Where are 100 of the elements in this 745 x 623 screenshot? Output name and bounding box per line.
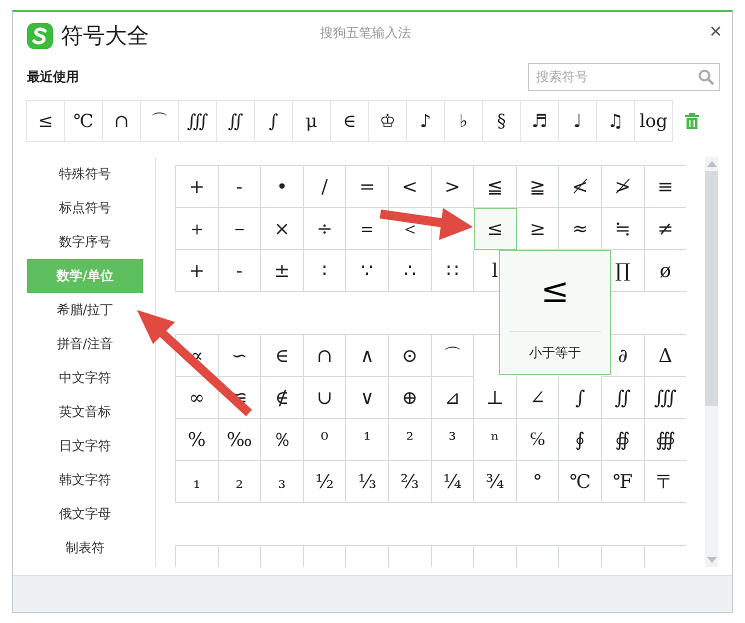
category-item[interactable]: 英文音标 bbox=[27, 395, 143, 429]
recent-symbol[interactable]: ♬ bbox=[520, 100, 559, 142]
symbol-cell[interactable]: ∮ bbox=[559, 419, 602, 461]
symbol-cell[interactable]: ≦ bbox=[474, 166, 517, 208]
recent-symbol[interactable]: ⌒ bbox=[140, 100, 179, 142]
symbol-cell[interactable]: ％ bbox=[261, 419, 304, 461]
symbol-cell[interactable]: + bbox=[176, 250, 219, 292]
symbol-cell[interactable]: ∶ bbox=[304, 250, 346, 292]
symbol-cell[interactable]: ⁿ bbox=[474, 419, 517, 461]
symbol-cell[interactable]: － bbox=[218, 208, 262, 250]
symbol-cell[interactable]: ∬ bbox=[602, 377, 645, 419]
symbol-cell[interactable]: ∧ bbox=[346, 335, 389, 377]
category-item[interactable]: 制表符 bbox=[27, 531, 143, 565]
recent-symbol[interactable]: μ bbox=[292, 100, 331, 142]
category-item[interactable]: 拼音/注音 bbox=[27, 327, 143, 361]
symbol-cell[interactable]: ≮ bbox=[559, 166, 602, 208]
scroll-up-icon[interactable] bbox=[706, 161, 716, 167]
recent-symbol[interactable]: ♫ bbox=[596, 100, 635, 142]
symbol-cell[interactable]: / bbox=[304, 166, 346, 208]
symbol-cell[interactable]: ≤ bbox=[474, 208, 517, 250]
recent-symbol[interactable]: ∩ bbox=[102, 100, 141, 142]
symbol-cell[interactable]: ⊿ bbox=[432, 377, 474, 419]
symbol-cell[interactable]: ≧ bbox=[516, 166, 560, 208]
symbol-cell[interactable]: ∞ bbox=[176, 377, 219, 419]
search-field[interactable]: 搜索符号 bbox=[528, 63, 720, 91]
recent-symbol[interactable]: ♪ bbox=[406, 100, 445, 142]
symbol-cell[interactable]: ∩ bbox=[304, 335, 346, 377]
recent-symbol[interactable]: ♩ bbox=[558, 100, 597, 142]
symbol-cell[interactable]: ∨ bbox=[346, 377, 389, 419]
recent-symbol[interactable]: ♭ bbox=[444, 100, 483, 142]
scroll-thumb[interactable] bbox=[705, 171, 718, 406]
symbol-cell[interactable]: - bbox=[218, 250, 262, 292]
symbol-cell[interactable]: > bbox=[432, 166, 474, 208]
recent-symbol[interactable]: ∫ bbox=[254, 100, 293, 142]
symbol-cell[interactable]: ÷ bbox=[304, 208, 346, 250]
scroll-down-icon[interactable] bbox=[706, 557, 716, 563]
symbol-cell[interactable]: ∫ bbox=[559, 377, 602, 419]
recent-symbol[interactable]: ℃ bbox=[64, 100, 103, 142]
recent-symbol[interactable]: ≤ bbox=[26, 100, 65, 142]
category-item[interactable]: 标点符号 bbox=[27, 191, 143, 225]
symbol-cell[interactable]: ≈ bbox=[559, 208, 602, 250]
symbol-cell[interactable]: ₂ bbox=[218, 461, 262, 503]
symbol-cell[interactable]: ＝ bbox=[346, 208, 389, 250]
symbol-cell[interactable]: ₃ bbox=[261, 461, 304, 503]
symbol-cell[interactable]: ¾ bbox=[474, 461, 517, 503]
symbol-cell[interactable]: × bbox=[261, 208, 304, 250]
symbol-cell[interactable]: ∵ bbox=[346, 250, 389, 292]
symbol-cell[interactable]: ∷ bbox=[432, 250, 474, 292]
symbol-cell[interactable]: ⅔ bbox=[388, 461, 432, 503]
symbol-cell[interactable]: ⊥ bbox=[474, 377, 517, 419]
symbol-cell[interactable]: ℉ bbox=[602, 461, 645, 503]
symbol-cell[interactable]: ∈ bbox=[261, 335, 304, 377]
symbol-cell[interactable]: ⁰ bbox=[304, 419, 346, 461]
symbol-cell[interactable]: ‰ bbox=[218, 419, 262, 461]
close-button[interactable]: ✕ bbox=[709, 22, 722, 42]
symbol-cell[interactable]: ＋ bbox=[176, 208, 219, 250]
symbol-cell[interactable]: ∴ bbox=[388, 250, 432, 292]
symbol-cell[interactable]: % bbox=[176, 419, 219, 461]
symbol-cell[interactable]: ≒ bbox=[602, 208, 645, 250]
symbol-cell[interactable]: = bbox=[346, 166, 389, 208]
symbol-cell[interactable]: ∯ bbox=[602, 419, 645, 461]
recent-symbol[interactable]: ∭ bbox=[178, 100, 217, 142]
recent-symbol[interactable]: log bbox=[634, 100, 673, 142]
symbol-cell[interactable]: ∉ bbox=[261, 377, 304, 419]
symbol-cell[interactable]: ± bbox=[261, 250, 304, 292]
category-item[interactable]: 俄文字母 bbox=[27, 497, 143, 531]
symbol-cell[interactable]: ℃ bbox=[559, 461, 602, 503]
symbol-cell[interactable]: ² bbox=[388, 419, 432, 461]
symbol-cell[interactable]: ¼ bbox=[432, 461, 474, 503]
category-item[interactable]: 韩文字符 bbox=[27, 463, 143, 497]
symbol-cell[interactable]: ⌒ bbox=[432, 335, 474, 377]
symbol-cell[interactable]: + bbox=[176, 166, 219, 208]
symbol-cell[interactable]: • bbox=[261, 166, 304, 208]
recent-symbol[interactable]: ∬ bbox=[216, 100, 255, 142]
trash-icon[interactable] bbox=[685, 113, 699, 129]
scrollbar[interactable] bbox=[705, 157, 718, 567]
symbol-cell[interactable]: ∠ bbox=[516, 377, 560, 419]
symbol-cell[interactable]: ° bbox=[516, 461, 560, 503]
recent-symbol[interactable]: ∈ bbox=[330, 100, 369, 142]
symbol-cell[interactable]: ∽ bbox=[218, 335, 262, 377]
symbol-cell[interactable]: < bbox=[388, 166, 432, 208]
symbol-cell[interactable]: ³ bbox=[432, 419, 474, 461]
symbol-cell[interactable]: ½ bbox=[304, 461, 346, 503]
category-item[interactable]: 特殊符号 bbox=[27, 157, 143, 191]
category-item[interactable]: 希腊/拉丁 bbox=[27, 293, 143, 327]
category-item[interactable]: 数字序号 bbox=[27, 225, 143, 259]
symbol-cell[interactable]: ⊙ bbox=[388, 335, 432, 377]
recent-symbol[interactable]: § bbox=[482, 100, 521, 142]
category-item[interactable]: 日文字符 bbox=[27, 429, 143, 463]
symbol-cell[interactable]: ≯ bbox=[602, 166, 645, 208]
symbol-cell[interactable]: - bbox=[218, 166, 262, 208]
category-item[interactable]: 中文字符 bbox=[27, 361, 143, 395]
symbol-cell[interactable]: ¹ bbox=[346, 419, 389, 461]
symbol-cell[interactable]: ℅ bbox=[516, 419, 560, 461]
symbol-cell[interactable]: ⅓ bbox=[346, 461, 389, 503]
symbol-cell[interactable]: ⊕ bbox=[388, 377, 432, 419]
symbol-cell[interactable]: ₁ bbox=[176, 461, 219, 503]
symbol-cell[interactable]: ≥ bbox=[516, 208, 560, 250]
recent-symbol[interactable]: ♔ bbox=[368, 100, 407, 142]
symbol-cell[interactable]: ∪ bbox=[304, 377, 346, 419]
